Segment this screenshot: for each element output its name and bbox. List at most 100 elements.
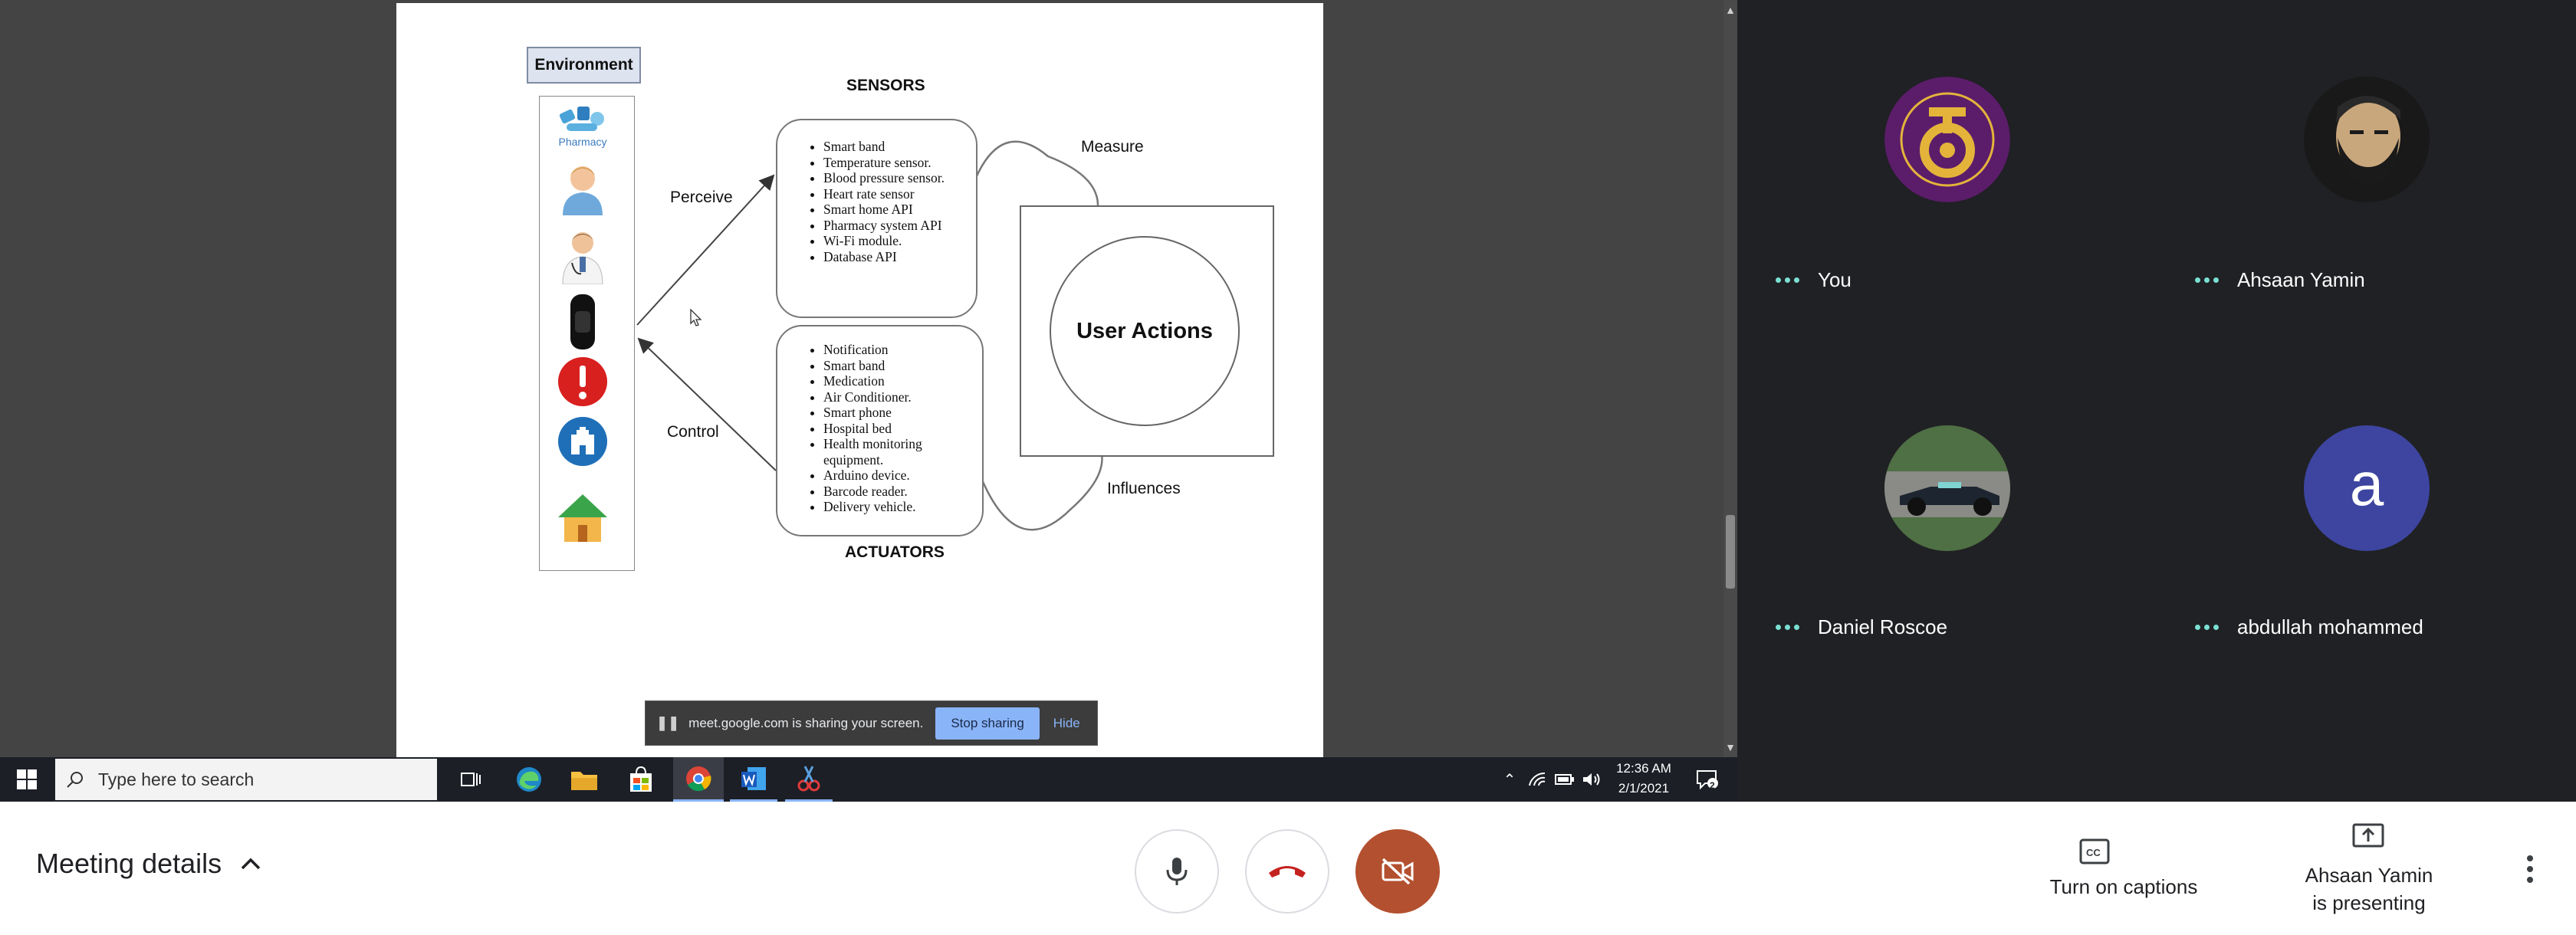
actuator-item: Delivery vehicle.: [823, 499, 982, 515]
captions-label[interactable]: Turn on captions: [2032, 875, 2216, 899]
search-placeholder: Type here to search: [98, 769, 255, 789]
actuator-item: Air Conditioner.: [823, 389, 982, 405]
actuator-item: Barcode reader.: [823, 484, 982, 500]
sensor-item: Heart rate sensor: [823, 186, 976, 202]
stop-sharing-button[interactable]: Stop sharing: [935, 707, 1040, 740]
snipping-tool-icon[interactable]: [785, 757, 833, 802]
race-car-icon: [1884, 425, 2010, 551]
actuator-item: Notification: [823, 342, 982, 358]
participant-name: abdullah mohammed: [2195, 615, 2423, 639]
participant-name: You: [1776, 268, 1852, 292]
file-explorer-icon[interactable]: [561, 757, 607, 802]
word-icon[interactable]: [730, 757, 777, 802]
screen-share-bar: ❚❚ meet.google.com is sharing your scree…: [645, 700, 1098, 746]
more-options-icon[interactable]: [2195, 625, 2219, 630]
volume-icon[interactable]: [1578, 757, 1605, 802]
more-options-icon[interactable]: [2518, 854, 2542, 884]
sensors-box: Smart bandTemperature sensor.Blood press…: [776, 119, 978, 318]
scroll-thumb[interactable]: [1726, 515, 1735, 589]
actuators-title: ACTUATORS: [845, 543, 945, 561]
task-view-icon[interactable]: [449, 757, 492, 802]
bearded-man-icon: [2304, 77, 2430, 202]
svg-text:CC: CC: [2086, 847, 2101, 858]
wifi-icon[interactable]: [1524, 757, 1550, 802]
sensors-title: SENSORS: [846, 77, 925, 94]
camera-off-button[interactable]: [1355, 829, 1440, 914]
sensor-item: Smart band: [823, 139, 976, 155]
microphone-button[interactable]: [1135, 829, 1219, 914]
participant-tile[interactable]: You: [1737, 0, 2157, 330]
scroll-down-icon[interactable]: ▼: [1723, 740, 1737, 754]
sensor-item: Blood pressure sensor.: [823, 170, 976, 186]
avatar: a: [2304, 425, 2430, 551]
chrome-icon[interactable]: [673, 757, 724, 802]
scroll-up-icon[interactable]: ▲: [1723, 3, 1737, 17]
participant-tile[interactable]: a abdullah mohammed: [2157, 330, 2576, 661]
pause-icon[interactable]: ❚❚: [656, 715, 679, 731]
present-screen-icon[interactable]: [2352, 823, 2384, 851]
camera-off-icon: [1382, 858, 1414, 885]
sensor-item: Temperature sensor.: [823, 155, 976, 171]
actuator-item: Health monitoring equipment.: [823, 436, 982, 468]
actuators-list: NotificationSmart bandMedicationAir Cond…: [777, 326, 982, 515]
avatar: [2304, 77, 2430, 202]
battery-icon[interactable]: [1552, 757, 1578, 802]
taskbar-search-box[interactable]: Type here to search: [55, 759, 437, 800]
user-actions-label: User Actions: [1050, 236, 1240, 426]
actuator-item: Medication: [823, 373, 982, 389]
meeting-details-button[interactable]: Meeting details: [36, 848, 261, 880]
sensor-item: Wi-Fi module.: [823, 233, 976, 249]
more-options-icon[interactable]: [1776, 277, 1799, 283]
more-options-icon[interactable]: [1776, 625, 1799, 630]
presenting-status: Ahsaan Yamin is presenting: [2262, 861, 2476, 917]
participant-name: Ahsaan Yamin: [2195, 268, 2365, 292]
university-logo-icon: [1884, 77, 2010, 202]
presentation-area: Environment Pharmacy SENSORS • Smart ban…: [0, 0, 1737, 757]
avatar-initial: a: [2349, 450, 2384, 518]
influences-label: Influences: [1107, 480, 1181, 497]
closed-captions-icon: CC: [2079, 838, 2110, 864]
participant-name: Daniel Roscoe: [1776, 615, 1947, 639]
participant-tile[interactable]: Daniel Roscoe: [1737, 330, 2157, 661]
actuator-item: Hospital bed: [823, 421, 982, 437]
actuator-item: Arduino device.: [823, 468, 982, 484]
shared-document: Environment Pharmacy SENSORS • Smart ban…: [396, 3, 1323, 757]
search-icon: [67, 772, 83, 788]
avatar: [1884, 77, 2010, 202]
hang-up-icon: [1269, 866, 1306, 878]
notification-count: 2: [1710, 780, 1715, 791]
sensors-list: Smart bandTemperature sensor.Blood press…: [777, 120, 976, 264]
windows-start-icon[interactable]: [8, 757, 46, 802]
clock-date[interactable]: 2/1/2021: [1610, 781, 1677, 796]
clock-time[interactable]: 12:36 AM: [1610, 761, 1677, 776]
more-options-icon[interactable]: [2195, 277, 2219, 283]
perceive-label: Perceive: [670, 189, 733, 206]
microphone-icon: [1166, 858, 1188, 885]
hide-button[interactable]: Hide: [1053, 716, 1080, 731]
sensor-item: Pharmacy system API: [823, 218, 976, 234]
presenting-text: is presenting: [2312, 891, 2426, 914]
measure-label: Measure: [1081, 138, 1144, 156]
actuators-box: NotificationSmart bandMedicationAir Cond…: [776, 325, 984, 536]
control-label: Control: [667, 423, 719, 441]
share-message: meet.google.com is sharing your screen.: [688, 715, 924, 730]
actuator-item: Smart phone: [823, 405, 982, 421]
avatar: [1884, 425, 2010, 551]
leave-call-button[interactable]: [1245, 829, 1329, 914]
presenter-name: Ahsaan Yamin: [2305, 864, 2433, 887]
presentation-scrollbar[interactable]: ▲ ▼: [1723, 0, 1737, 757]
actuator-item: Smart band: [823, 358, 982, 374]
notifications-icon[interactable]: 2: [1691, 757, 1723, 802]
store-icon[interactable]: [618, 757, 664, 802]
mouse-cursor-icon: [690, 309, 702, 326]
sensor-item: Smart home API: [823, 202, 976, 218]
sensor-item: Database API: [823, 249, 976, 265]
participant-tile[interactable]: Ahsaan Yamin: [2157, 0, 2576, 330]
chevron-up-icon[interactable]: ⌃: [1497, 757, 1523, 802]
meeting-details-label: Meeting details: [36, 848, 222, 879]
participants-grid: You Ahsaan Yamin Daniel Roscoe a abdulla…: [1737, 0, 2576, 661]
meeting-controls-bar: Meeting details CC Turn on captions Ahsa…: [0, 802, 2576, 935]
chevron-up-icon: [241, 858, 261, 870]
edge-icon[interactable]: [506, 757, 552, 802]
user-actions-box: User Actions: [1020, 205, 1274, 457]
